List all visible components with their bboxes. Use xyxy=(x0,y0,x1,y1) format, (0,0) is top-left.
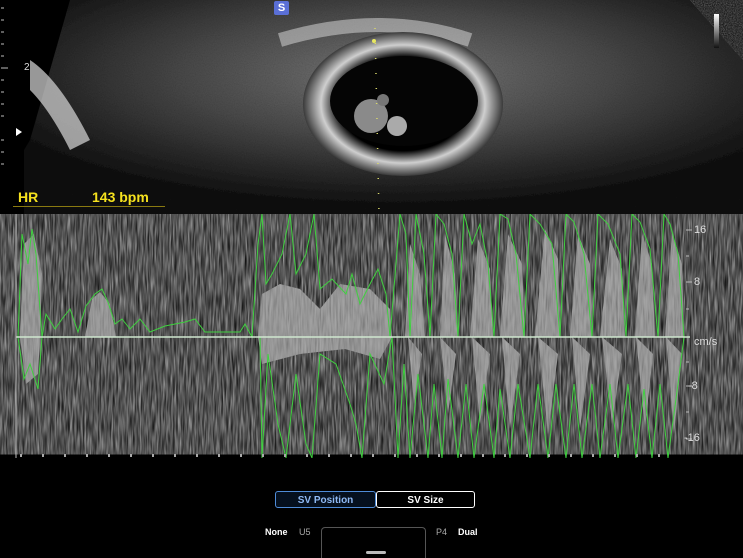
heart-rate-label: HR xyxy=(18,189,39,205)
depth-scale xyxy=(1,7,8,165)
velocity-tick-16: 16 xyxy=(694,224,707,236)
sv-position-button[interactable]: SV Position xyxy=(275,491,376,508)
left-option-value: U5 xyxy=(299,527,311,537)
velocity-tick-8: 8 xyxy=(694,276,701,288)
ultrasound-bmode xyxy=(0,0,743,214)
knob-icon[interactable] xyxy=(321,527,426,558)
sv-size-button[interactable]: SV Size xyxy=(376,491,475,508)
doppler-spectrum: 16 8 cm/s -8 -16 xyxy=(0,214,743,458)
depth-label: 2 xyxy=(24,62,30,73)
knob-indicator xyxy=(366,551,386,554)
right-option-value: P4 xyxy=(436,527,448,537)
grey-scale-bar xyxy=(714,14,719,48)
heart-rate-value: 143 bpm xyxy=(92,189,149,205)
focus-marker-icon xyxy=(16,128,22,136)
doppler-trace xyxy=(15,214,692,458)
velocity-tick-neg-8: -8 xyxy=(688,380,698,392)
heart-rate-readout: HR 143 bpm xyxy=(13,187,165,207)
left-option-label[interactable]: None xyxy=(265,527,288,537)
b-mode-image: S 2 HR 143 bpm xyxy=(0,0,743,214)
velocity-tick-neg-16: -16 xyxy=(684,432,700,444)
right-option-label[interactable]: Dual xyxy=(458,527,478,537)
scan-mode-badge: S xyxy=(274,1,289,15)
velocity-unit: cm/s xyxy=(694,336,718,348)
heart-rate-underline xyxy=(13,206,165,207)
